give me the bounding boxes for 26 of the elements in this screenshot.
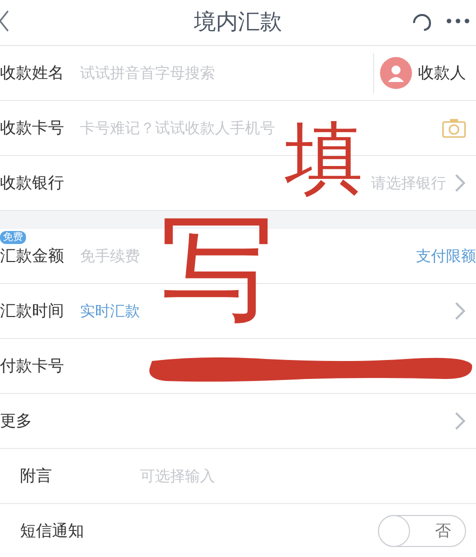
field-label: 汇款时间 [0, 300, 65, 322]
field-label: 收款姓名 [0, 62, 65, 84]
input-field[interactable]: 可选择输入 [140, 464, 466, 488]
chevron-icon[interactable] [454, 411, 466, 431]
field-label: 收款卡号 [0, 117, 65, 139]
camera-icon[interactable] [442, 118, 466, 138]
limit-link[interactable]: 支付限额 [416, 244, 476, 268]
handwritten-annotation: 写 [160, 212, 275, 327]
back-icon[interactable] [0, 10, 10, 32]
person-icon [380, 57, 412, 89]
field-label: 附言 [20, 465, 53, 487]
field-label: 付款卡号 [0, 355, 65, 377]
chevron-icon[interactable] [454, 301, 466, 321]
input-field[interactable]: 试试拼音首字母搜索 [80, 62, 373, 84]
field-label: 汇款金额 [0, 245, 65, 267]
more-icon[interactable] [446, 18, 470, 24]
window-title: 境内汇款 [194, 9, 282, 37]
payee-button[interactable]: 收款人 [373, 53, 466, 93]
sms-toggle[interactable]: 否 [378, 515, 466, 547]
chevron-icon[interactable] [454, 173, 466, 193]
handwritten-annotation: 填 [285, 120, 363, 198]
field-label: 更多 [0, 410, 33, 432]
free-badge: 免费 [0, 231, 26, 244]
field-label: 短信通知 [20, 520, 85, 542]
field-value: 实时汇款 [80, 300, 140, 322]
field-label: 收款银行 [0, 172, 65, 194]
